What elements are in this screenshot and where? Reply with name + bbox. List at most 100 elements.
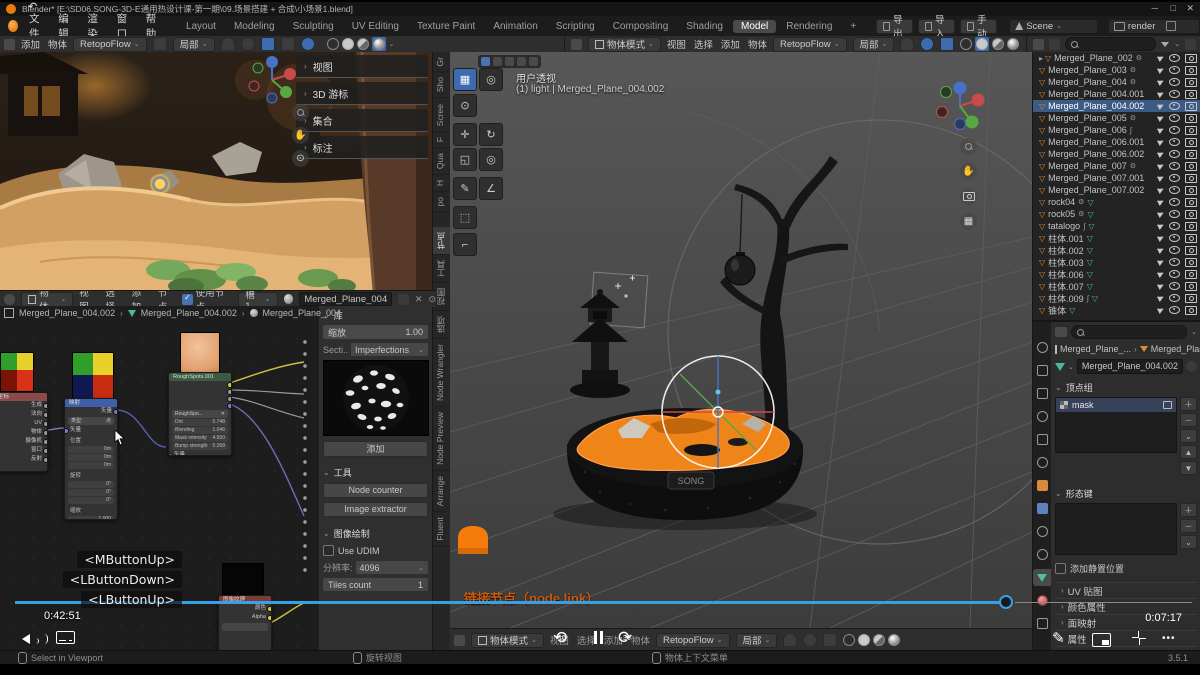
tab-render[interactable] xyxy=(1033,362,1051,379)
resolution-select[interactable]: 4096⌄ xyxy=(356,561,428,574)
outliner-row[interactable]: ▽ Merged_Plane_006.002 xyxy=(1033,148,1200,160)
gizmo-toggle-icon[interactable] xyxy=(281,37,295,51)
render-toggle-icon[interactable] xyxy=(1185,54,1197,63)
filter-icon[interactable] xyxy=(1161,42,1169,47)
render-toggle-icon[interactable] xyxy=(1185,270,1197,279)
transform-tool[interactable]: ◎ xyxy=(479,148,503,171)
maximize-button[interactable]: □ xyxy=(1171,3,1176,13)
tab-object-data[interactable] xyxy=(1033,569,1051,586)
outliner-row[interactable]: ▽ Merged_Plane_006.001 xyxy=(1033,136,1200,148)
viewport-b[interactable]: SONG 用户透视 (1) light | Merged_Plane_004.0… xyxy=(450,52,1032,628)
tools-panel-header[interactable]: ⌄工具 xyxy=(323,466,428,479)
zoom-icon[interactable] xyxy=(960,138,977,155)
panel-section-header[interactable]: ›属性 xyxy=(1055,630,1197,646)
visibility-toggle-icon[interactable] xyxy=(1169,90,1180,98)
render-toggle-icon[interactable] xyxy=(1185,198,1197,207)
menu-item[interactable]: 视图 xyxy=(79,290,97,307)
mode-icon[interactable] xyxy=(517,57,526,66)
visibility-toggle-icon[interactable] xyxy=(1169,54,1180,62)
outliner-row[interactable]: ▽ 柱体.007 ▽ xyxy=(1033,280,1200,292)
visibility-toggle-icon[interactable] xyxy=(1169,210,1180,218)
render-toggle-icon[interactable] xyxy=(1185,78,1197,87)
blender-menu-icon[interactable] xyxy=(8,20,18,32)
sidebar-tab[interactable]: H xyxy=(433,175,451,192)
render-toggle-icon[interactable] xyxy=(1185,138,1197,147)
breadcrumb-object[interactable]: Merged_Plane_... xyxy=(1060,344,1131,354)
add-key-button[interactable]: ＋ xyxy=(1180,503,1197,517)
visibility-toggle-icon[interactable] xyxy=(1169,126,1180,134)
node-mapping[interactable]: 映射 矢量 类型:点 矢量 位置 0m0m0m 旋转 0°0°0° 缩放 1.0… xyxy=(64,398,118,520)
selectable-toggle-icon[interactable] xyxy=(1157,294,1165,302)
sidebar-tab[interactable]: Sho xyxy=(433,72,451,98)
menu-item[interactable]: 添加 xyxy=(721,37,740,51)
shape-keys-header[interactable]: ⌄形态键 xyxy=(1055,487,1197,500)
tab-view-layer[interactable] xyxy=(1033,408,1051,425)
outliner-row[interactable]: ▽ 柱体.009 ∫ ▽ xyxy=(1033,292,1200,304)
orientation-select[interactable]: 局部⌄ xyxy=(853,37,895,52)
menu-item[interactable]: 添加 xyxy=(21,37,40,51)
rewind-10-button[interactable]: ⟲ 10 xyxy=(553,628,567,648)
ortho-toggle-icon[interactable]: ▦ xyxy=(960,213,977,230)
proportional-edit-icon[interactable] xyxy=(241,37,255,51)
visibility-toggle-icon[interactable] xyxy=(1169,150,1180,158)
modifier-icon[interactable]: ⚙ xyxy=(1130,78,1136,86)
viewport-a[interactable]: ›视图›3D 游标›集合›标注 ✋ ⊙ xyxy=(0,52,432,290)
panel-section-header[interactable]: ›UV 贴图 xyxy=(1055,582,1197,598)
sidebar-tab[interactable]: po xyxy=(433,192,451,212)
visibility-toggle-icon[interactable] xyxy=(1169,138,1180,146)
snap-magnet-icon[interactable] xyxy=(900,37,914,51)
tab-modifiers[interactable] xyxy=(1033,500,1051,517)
tab-texture[interactable] xyxy=(1033,615,1051,632)
workspace-tab[interactable]: Compositing xyxy=(605,20,677,33)
outliner-row[interactable]: ▽ Merged_Plane_007.001 xyxy=(1033,172,1200,184)
editor-type-icon[interactable] xyxy=(454,635,465,646)
axis-gizmo[interactable] xyxy=(242,54,298,106)
overlays-toggle-icon[interactable] xyxy=(940,37,954,51)
workspace-tab[interactable]: Scripting xyxy=(548,20,603,33)
section-select[interactable]: Imperfections⌄ xyxy=(351,343,428,356)
pip-button[interactable] xyxy=(1092,633,1111,647)
sidebar-panel-header[interactable]: ›集合 xyxy=(296,109,428,132)
menu-item[interactable]: 节点 xyxy=(158,290,176,307)
selectable-toggle-icon[interactable] xyxy=(1157,282,1165,290)
walk-icon[interactable]: ⊙ xyxy=(292,150,309,167)
selectable-toggle-icon[interactable] xyxy=(1157,78,1165,86)
outliner-row[interactable]: ▸ ▽ Merged_Plane_002 ⚙ xyxy=(1033,52,1200,64)
modifier-icon[interactable]: ⚙ xyxy=(1078,210,1084,218)
use-nodes-checkbox[interactable]: 使用节点 xyxy=(182,290,232,307)
sidebar-panel-header[interactable]: ›标注 xyxy=(296,136,428,159)
vertex-group-list[interactable]: mask xyxy=(1055,397,1177,453)
move-tool[interactable]: ✛ xyxy=(453,123,477,146)
outliner-editor-icon[interactable] xyxy=(1033,39,1044,50)
transform-pivot-icon[interactable] xyxy=(261,37,275,51)
rendered-shading-icon[interactable] xyxy=(1007,38,1019,50)
selectable-toggle-icon[interactable] xyxy=(1157,54,1165,62)
overlays-toggle-icon[interactable] xyxy=(301,37,315,51)
more-options-button[interactable]: ••• xyxy=(1162,633,1176,644)
menu-item[interactable]: 物体 xyxy=(748,37,767,51)
visibility-toggle-icon[interactable] xyxy=(1169,270,1180,278)
outliner-row[interactable]: ▽ Merged_Plane_004.001 xyxy=(1033,88,1200,100)
move-up-button[interactable]: ▲ xyxy=(1180,445,1197,459)
material-shading-icon[interactable] xyxy=(357,38,369,50)
visibility-toggle-icon[interactable] xyxy=(1169,246,1180,254)
modifier-icon[interactable]: ⚙ xyxy=(1130,114,1136,122)
menu-item[interactable]: 视图 xyxy=(667,37,686,51)
add-cube-tool[interactable]: ⬚ xyxy=(453,206,477,229)
shader-sidebar-tab[interactable]: 节点 xyxy=(433,227,451,255)
render-toggle-icon[interactable] xyxy=(1185,66,1197,75)
workspace-tab[interactable]: Shading xyxy=(678,20,731,33)
material-shading-icon[interactable] xyxy=(992,38,1004,50)
node-texture-coordinate[interactable]: 纹理坐标 生成法向UV物体摄像机窗口反射 xyxy=(0,392,48,472)
expand-icon[interactable]: ▸ xyxy=(1039,54,1043,63)
workspace-tab[interactable]: Texture Paint xyxy=(409,20,483,33)
retopoflow-menu[interactable]: RetopoFlow⌄ xyxy=(73,37,147,52)
visibility-toggle-icon[interactable] xyxy=(1169,114,1180,122)
selectable-toggle-icon[interactable] xyxy=(1157,222,1165,230)
visibility-toggle-icon[interactable] xyxy=(1169,282,1180,290)
selectable-toggle-icon[interactable] xyxy=(1157,174,1165,182)
sidebar-tab[interactable]: F xyxy=(433,132,451,148)
render-toggle-icon[interactable] xyxy=(1185,222,1197,231)
new-layer-icon[interactable] xyxy=(1166,21,1176,31)
breadcrumb-data[interactable]: Merged_Plane_... xyxy=(1151,344,1200,354)
